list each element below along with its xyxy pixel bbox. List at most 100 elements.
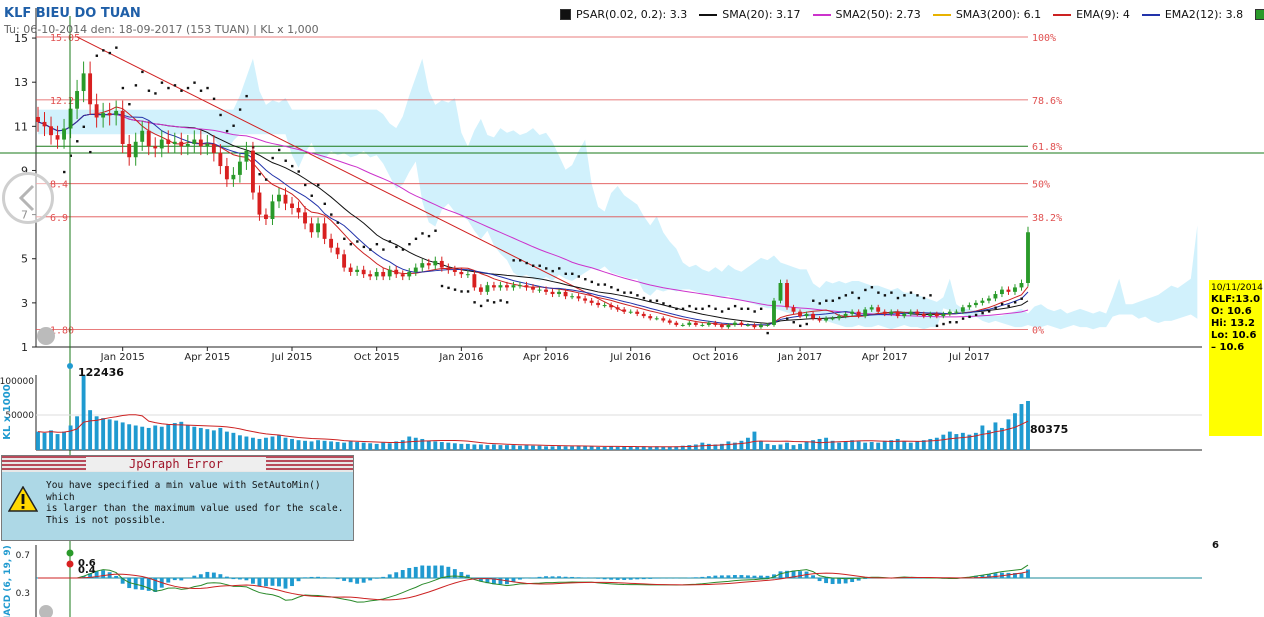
volume-bar bbox=[602, 446, 607, 450]
psar-dot bbox=[395, 245, 398, 249]
candle-body bbox=[277, 194, 281, 202]
psar-dot bbox=[349, 242, 353, 246]
volume-bar bbox=[459, 443, 464, 450]
psar-dot bbox=[212, 97, 216, 101]
macd-histogram-bar bbox=[811, 575, 816, 578]
candle-body bbox=[270, 201, 275, 220]
candle-body bbox=[472, 274, 477, 288]
macd-histogram-bar bbox=[342, 578, 347, 581]
candle-body bbox=[967, 305, 972, 308]
psar-dot bbox=[825, 299, 828, 302]
price-y-tick-label: 13 bbox=[14, 76, 28, 89]
macd-histogram-bar bbox=[387, 574, 392, 578]
volume-bar bbox=[400, 440, 405, 450]
macd-histogram-bar bbox=[824, 578, 829, 584]
fib-label: 78.6% bbox=[1032, 96, 1062, 107]
macd-histogram-bar bbox=[303, 577, 307, 578]
legend-label: EMA2(12): 3.8 bbox=[1164, 8, 1244, 21]
psar-dot bbox=[291, 164, 294, 168]
psar-dot bbox=[629, 291, 633, 294]
candle-body bbox=[869, 307, 874, 310]
psar-dot bbox=[805, 322, 808, 326]
legend-item: EMA2(12): 3.8 bbox=[1141, 8, 1244, 21]
volume-bar bbox=[133, 425, 138, 450]
macd-histogram-bar bbox=[309, 576, 314, 578]
candle-body bbox=[863, 309, 868, 317]
psar-dot bbox=[388, 240, 392, 243]
volume-bar bbox=[426, 440, 431, 450]
candle-body bbox=[921, 313, 926, 317]
x-tick-label: Apr 2016 bbox=[523, 352, 569, 363]
candle-body bbox=[88, 73, 93, 105]
candle-body bbox=[674, 322, 679, 325]
candle-body bbox=[524, 285, 529, 288]
macd-histogram-bar bbox=[557, 576, 561, 578]
candle-body bbox=[42, 121, 47, 127]
psar-dot bbox=[551, 269, 554, 273]
psar-dot bbox=[753, 310, 756, 313]
psar-dot bbox=[147, 89, 151, 92]
macd-histogram-bar bbox=[114, 575, 119, 578]
info-date: 10/11/2014 bbox=[1211, 283, 1263, 293]
candle-body bbox=[250, 150, 255, 193]
candle-body bbox=[1000, 289, 1004, 295]
psar-dot bbox=[786, 317, 789, 320]
volume-bar bbox=[55, 434, 60, 450]
volume-bar bbox=[205, 429, 210, 450]
psar-dot bbox=[453, 288, 457, 291]
macd-histogram-bar bbox=[374, 578, 379, 579]
macd-histogram-bar bbox=[615, 578, 620, 580]
volume-bar bbox=[791, 445, 796, 450]
macd-histogram-bar bbox=[726, 575, 731, 578]
psar-dot bbox=[857, 296, 861, 300]
volume-bar bbox=[374, 443, 379, 450]
psar-dot bbox=[408, 242, 411, 246]
psar-dot bbox=[245, 94, 248, 98]
volume-bar bbox=[531, 445, 535, 450]
psar-dot bbox=[284, 159, 287, 162]
volume-bar bbox=[257, 438, 262, 450]
x-tick-label: Jul 2017 bbox=[948, 352, 990, 363]
candle-body bbox=[687, 322, 692, 325]
psar-dot bbox=[186, 86, 190, 90]
volume-bar bbox=[772, 445, 776, 450]
candle-body bbox=[394, 269, 399, 275]
candle-body bbox=[759, 324, 763, 328]
volume-bar bbox=[88, 410, 93, 450]
candle-body bbox=[980, 300, 985, 303]
macd-histogram-bar bbox=[837, 578, 842, 584]
warning-icon bbox=[8, 486, 38, 512]
candle-body bbox=[745, 324, 750, 326]
candle-body bbox=[49, 126, 53, 136]
macd-histogram-bar bbox=[179, 578, 184, 581]
macd-histogram-bar bbox=[198, 574, 203, 578]
legend-item: SMA3(200): 6.1 bbox=[932, 8, 1041, 21]
candle-body bbox=[452, 269, 457, 272]
volume-bar bbox=[745, 437, 750, 450]
legend-item: SMA2(50): 2.73 bbox=[812, 8, 921, 21]
macd-histogram-bar bbox=[570, 576, 575, 578]
candle-body bbox=[732, 322, 737, 325]
psar-dot bbox=[655, 299, 659, 302]
volume-bar bbox=[224, 431, 229, 450]
candle-body bbox=[765, 324, 770, 326]
price-y-tick-label: 3 bbox=[21, 297, 28, 310]
psar-dot bbox=[916, 294, 919, 297]
candle-body bbox=[62, 128, 66, 140]
candle-body bbox=[570, 296, 575, 298]
psar-dot bbox=[264, 178, 268, 181]
candle-body bbox=[439, 260, 444, 268]
candle-body bbox=[719, 324, 724, 328]
previous-button[interactable] bbox=[2, 172, 54, 224]
psar-dot bbox=[812, 299, 815, 302]
candle-body bbox=[211, 143, 216, 153]
candle-body bbox=[498, 285, 503, 288]
psar-dot bbox=[427, 234, 431, 238]
info-symbol: KLF:13.0 bbox=[1211, 294, 1261, 305]
psar-dot bbox=[623, 291, 626, 294]
psar-dot bbox=[961, 317, 965, 320]
volume-bar bbox=[941, 434, 946, 450]
legend-label: SMA2(50): 2.73 bbox=[835, 8, 921, 21]
fib-label: 50% bbox=[1032, 180, 1050, 191]
volume-bar bbox=[140, 426, 145, 450]
